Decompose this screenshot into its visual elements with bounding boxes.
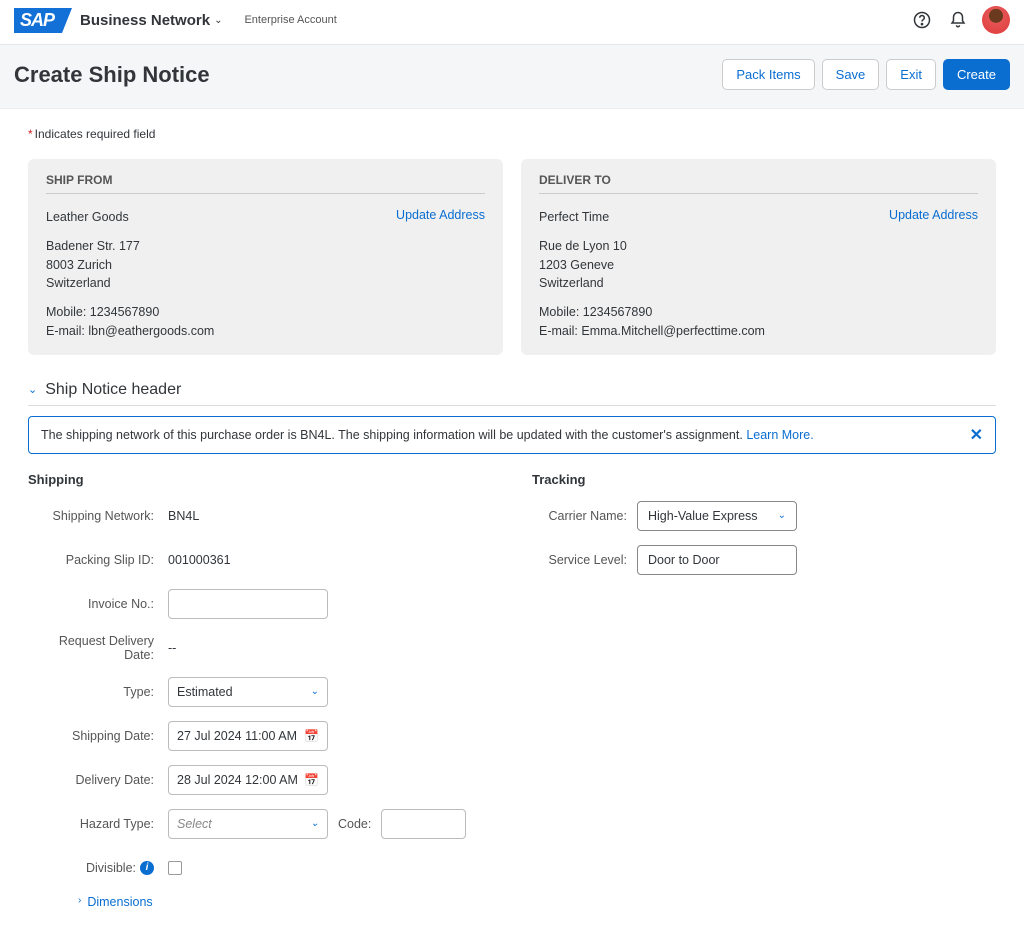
service-level-input[interactable]: Door to Door [637, 545, 797, 575]
required-note: *Indicates required field [28, 127, 996, 141]
top-bar: SAP Business Network ⌄ Enterprise Accoun… [0, 0, 1024, 45]
calendar-icon: 📅 [304, 729, 319, 743]
chevron-down-icon: ⌄ [778, 510, 786, 521]
ship-from-heading: SHIP FROM [46, 173, 485, 194]
ship-from-card: SHIP FROM Leather Goods Badener Str. 177… [28, 159, 503, 355]
brand-dropdown-caret[interactable]: ⌄ [214, 15, 222, 26]
brand-name: Business Network [80, 12, 210, 29]
req-date-value: -- [168, 641, 176, 655]
code-label: Code: [338, 817, 371, 831]
address-row: SHIP FROM Leather Goods Badener Str. 177… [28, 159, 996, 355]
learn-more-link[interactable]: Learn More. [746, 428, 813, 442]
shipping-heading: Shipping [28, 472, 492, 487]
content: *Indicates required field SHIP FROM Leat… [0, 109, 1024, 939]
info-icon[interactable]: i [140, 861, 154, 875]
packing-slip-value: 001000361 [168, 553, 231, 567]
pack-items-button[interactable]: Pack Items [722, 59, 814, 90]
page-header: Create Ship Notice Pack Items Save Exit … [0, 45, 1024, 109]
invoice-label: Invoice No.: [28, 597, 158, 611]
invoice-input[interactable] [168, 589, 328, 619]
packing-slip-label: Packing Slip ID: [28, 553, 158, 567]
exit-button[interactable]: Exit [886, 59, 936, 90]
deliver-to-text: Perfect Time Rue de Lyon 10 1203 Geneve … [539, 208, 889, 341]
save-button[interactable]: Save [822, 59, 880, 90]
type-label: Type: [28, 685, 158, 699]
create-button[interactable]: Create [943, 59, 1010, 90]
req-date-label: Request Delivery Date: [28, 634, 158, 662]
service-level-label: Service Level: [532, 553, 627, 567]
shipping-date-label: Shipping Date: [28, 729, 158, 743]
chevron-down-icon: ⌄ [28, 383, 37, 396]
hazard-label: Hazard Type: [28, 817, 158, 831]
hazard-select[interactable]: Select ⌄ [168, 809, 328, 839]
info-banner: The shipping network of this purchase or… [28, 416, 996, 454]
avatar[interactable] [982, 6, 1010, 34]
chevron-down-icon: ⌄ [311, 686, 319, 697]
account-type: Enterprise Account [244, 14, 336, 26]
delivery-date-input[interactable]: 28 Jul 2024 12:00 AM 📅 [168, 765, 328, 795]
shipping-date-input[interactable]: 27 Jul 2024 11:00 AM 📅 [168, 721, 328, 751]
shipping-network-label: Shipping Network: [28, 509, 158, 523]
ship-from-update-link[interactable]: Update Address [396, 208, 485, 341]
banner-text: The shipping network of this purchase or… [41, 428, 743, 442]
chevron-down-icon: ⌄ [311, 818, 319, 829]
sap-logo: SAP [14, 8, 62, 33]
help-icon[interactable] [908, 6, 936, 34]
tracking-heading: Tracking [532, 472, 996, 487]
chevron-right-icon: › [78, 895, 81, 909]
page-title: Create Ship Notice [14, 62, 715, 88]
code-input[interactable] [381, 809, 466, 839]
divisible-label: Divisible: [86, 861, 136, 875]
dimensions-toggle[interactable]: › Dimensions [78, 895, 153, 909]
tracking-column: Tracking Carrier Name: High-Value Expres… [532, 472, 996, 909]
carrier-select[interactable]: High-Value Express ⌄ [637, 501, 797, 531]
section-header-toggle[interactable]: ⌄ Ship Notice header [28, 381, 996, 406]
shipping-column: Shipping Shipping Network: BN4L Packing … [28, 472, 492, 909]
type-select[interactable]: Estimated ⌄ [168, 677, 328, 707]
section-title: Ship Notice header [45, 381, 181, 399]
notifications-icon[interactable] [944, 6, 972, 34]
deliver-to-update-link[interactable]: Update Address [889, 208, 978, 341]
shipping-network-value: BN4L [168, 509, 199, 523]
close-icon[interactable]: ✕ [970, 425, 983, 445]
ship-from-text: Leather Goods Badener Str. 177 8003 Zuri… [46, 208, 396, 341]
calendar-icon: 📅 [304, 773, 319, 787]
carrier-label: Carrier Name: [532, 509, 627, 523]
deliver-to-heading: DELIVER TO [539, 173, 978, 194]
delivery-date-label: Delivery Date: [28, 773, 158, 787]
deliver-to-card: DELIVER TO Perfect Time Rue de Lyon 10 1… [521, 159, 996, 355]
divisible-checkbox[interactable] [168, 861, 182, 875]
